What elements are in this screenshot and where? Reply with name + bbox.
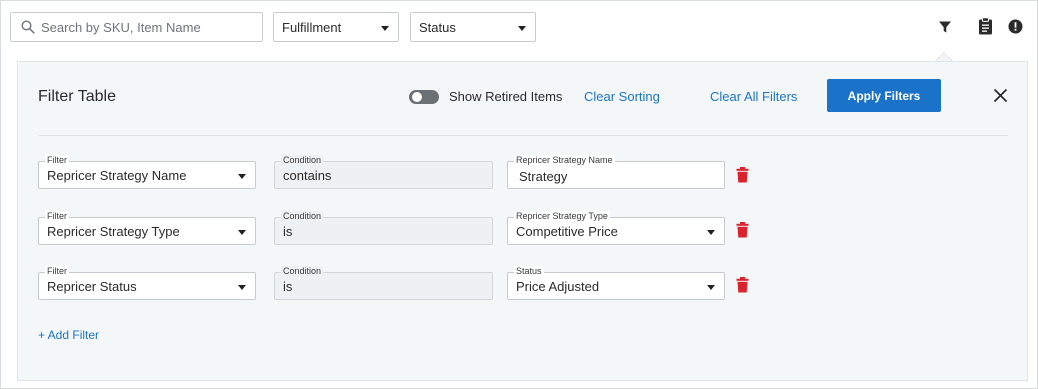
condition-field-value: contains <box>283 168 332 183</box>
search-box[interactable] <box>10 12 263 42</box>
filter-panel: Filter Table Show Retired Items Clear So… <box>17 61 1028 381</box>
fulfillment-dropdown-label: Fulfillment <box>282 20 342 35</box>
condition-field: Condition is <box>274 211 493 245</box>
search-icon <box>21 20 35 34</box>
filter-field-select[interactable]: Filter Repricer Strategy Name <box>38 155 256 189</box>
condition-field-label: Condition <box>281 155 324 166</box>
close-icon[interactable] <box>993 88 1008 103</box>
value-input[interactable] <box>519 166 719 186</box>
clear-all-filters-link[interactable]: Clear All Filters <box>710 89 797 104</box>
condition-field: Condition is <box>274 266 493 300</box>
clear-sorting-link[interactable]: Clear Sorting <box>584 89 660 104</box>
show-retired-label: Show Retired Items <box>449 89 563 104</box>
search-input[interactable] <box>41 17 256 37</box>
chevron-down-icon <box>238 230 246 235</box>
value-text-field[interactable]: Repricer Strategy Name <box>507 155 725 189</box>
condition-field: Condition contains <box>274 155 493 189</box>
condition-field-value: is <box>283 279 293 294</box>
show-retired-toggle[interactable] <box>409 90 439 104</box>
apply-filters-button[interactable]: Apply Filters <box>827 79 941 112</box>
value-select-value: Competitive Price <box>516 224 618 239</box>
filter-field-label: Filter <box>45 211 69 222</box>
trash-icon[interactable] <box>736 222 749 238</box>
chevron-down-icon <box>238 285 246 290</box>
fulfillment-dropdown[interactable]: Fulfillment <box>273 12 399 42</box>
filter-field-select[interactable]: Filter Repricer Status <box>38 266 256 300</box>
info-icon[interactable] <box>1008 19 1023 34</box>
filter-icon[interactable] <box>938 20 952 34</box>
filter-field-value: Repricer Strategy Type <box>47 224 180 239</box>
condition-field-value: is <box>283 224 293 239</box>
condition-field-label: Condition <box>281 211 324 222</box>
value-select[interactable]: Repricer Strategy Type Competitive Price <box>507 211 725 245</box>
filter-field-select[interactable]: Filter Repricer Strategy Type <box>38 211 256 245</box>
trash-icon[interactable] <box>736 167 749 183</box>
filter-field-label: Filter <box>45 266 69 277</box>
value-field-label: Status <box>514 266 544 277</box>
chevron-down-icon <box>707 285 715 290</box>
value-field-label: Repricer Strategy Name <box>514 155 615 166</box>
value-select-value: Price Adjusted <box>516 279 600 294</box>
add-filter-link[interactable]: + Add Filter <box>38 328 99 342</box>
value-field-label: Repricer Strategy Type <box>514 211 610 222</box>
status-dropdown[interactable]: Status <box>410 12 536 42</box>
chevron-down-icon <box>381 26 389 31</box>
chevron-down-icon <box>238 174 246 179</box>
trash-icon[interactable] <box>736 277 749 293</box>
status-dropdown-label: Status <box>419 20 456 35</box>
panel-divider <box>38 135 1008 136</box>
filter-field-value: Repricer Status <box>47 279 137 294</box>
chevron-down-icon <box>518 26 526 31</box>
filter-field-label: Filter <box>45 155 69 166</box>
chevron-down-icon <box>707 230 715 235</box>
filter-field-value: Repricer Strategy Name <box>47 168 187 183</box>
toggle-knob <box>412 92 422 102</box>
condition-field-label: Condition <box>281 266 324 277</box>
clipboard-icon[interactable] <box>978 17 993 35</box>
value-select[interactable]: Status Price Adjusted <box>507 266 725 300</box>
panel-title: Filter Table <box>38 88 116 105</box>
